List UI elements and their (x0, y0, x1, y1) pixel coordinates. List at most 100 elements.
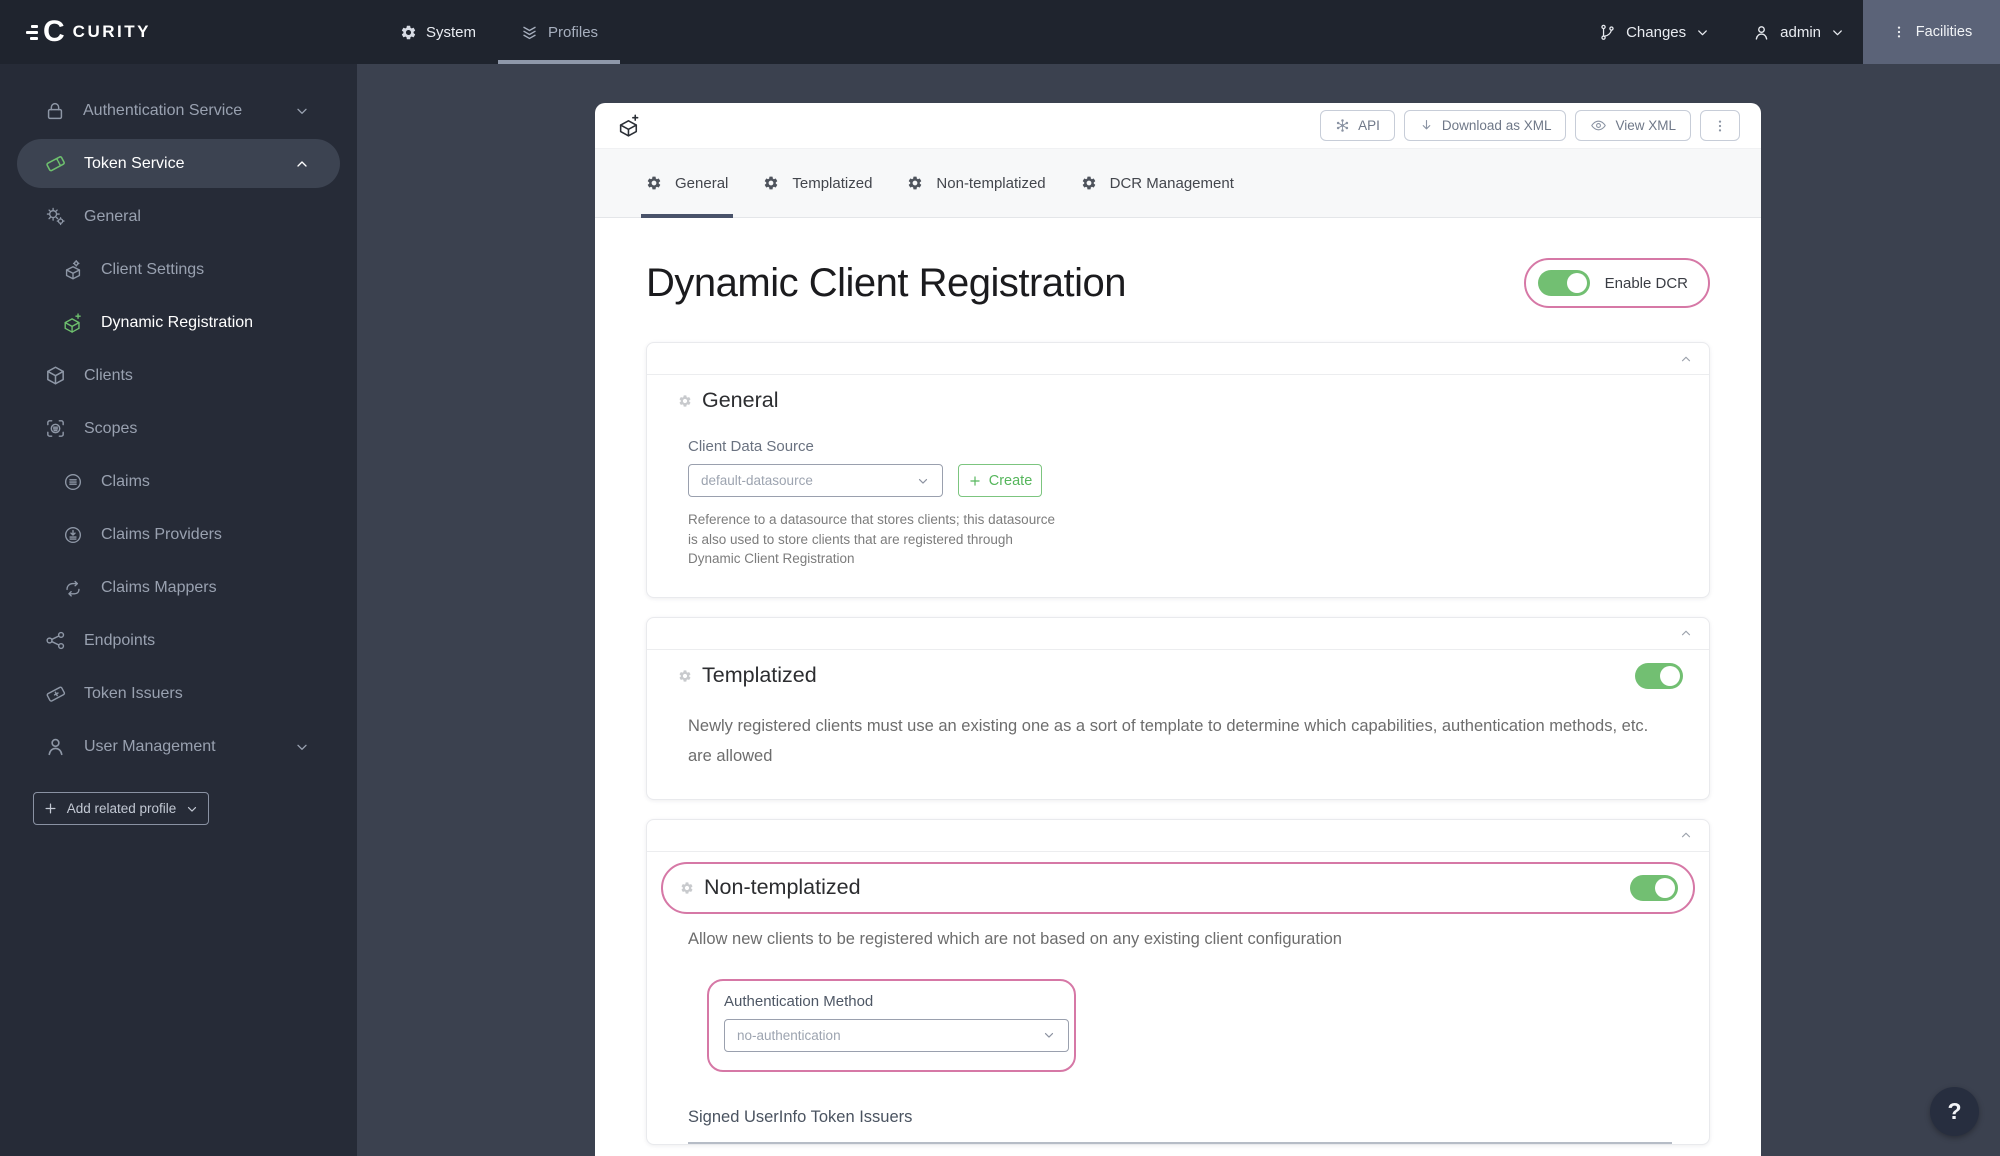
enable-dcr-label: Enable DCR (1604, 274, 1688, 292)
templatized-description: Newly registered clients must use an exi… (688, 716, 1649, 765)
facilities-button[interactable]: Facilities (1863, 0, 2000, 64)
toggle-knob (1655, 877, 1675, 898)
section-heading-label: Templatized (702, 663, 817, 687)
non-templatized-section: Non-templatized Allow new clients to be … (646, 818, 1710, 1145)
enable-dcr-toggle[interactable] (1537, 270, 1590, 296)
tab-templatized[interactable]: Templatized (763, 149, 872, 217)
lock-icon (47, 102, 63, 119)
client-data-source-select[interactable]: default-datasource (688, 464, 943, 497)
sidebar-item-label: Scopes (84, 419, 138, 437)
non-templatized-highlight-row: Non-templatized (661, 861, 1695, 914)
sidebar-item-clients[interactable]: Clients (0, 349, 357, 402)
scope-brackets-icon (47, 420, 64, 437)
facilities-label: Facilities (1915, 24, 1973, 40)
kebab-dots-icon (1712, 118, 1728, 134)
add-related-profile-label: Add related profile (66, 801, 177, 816)
view-xml-label: View XML (1615, 118, 1676, 133)
tab-general[interactable]: General (640, 149, 734, 218)
templatized-section: Templatized Newly registered clients mus… (646, 616, 1710, 800)
non-templatized-body: Allow new clients to be registered which… (647, 930, 1709, 1144)
chevron-up-icon (1679, 352, 1693, 366)
tab-label: DCR Management (1109, 174, 1234, 192)
gear-icon (907, 175, 923, 191)
sidebar-item-client-settings[interactable]: Client Settings (0, 243, 357, 296)
general-section-collapse[interactable] (647, 343, 1709, 375)
tab-non-templatized[interactable]: Non-templatized (907, 149, 1046, 217)
tab-dcr-management[interactable]: DCR Management (1081, 149, 1234, 217)
signed-userinfo-token-issuers-label: Signed UserInfo Token Issuers (688, 1107, 913, 1126)
tab-label: General (675, 174, 729, 192)
kebab-dots-icon (1891, 24, 1907, 40)
changes-menu[interactable]: Changes (1598, 23, 1710, 42)
authentication-method-highlight-box: Authentication Method no-authentication (707, 978, 1076, 1072)
view-xml-button[interactable]: View XML (1575, 110, 1691, 141)
plus-icon (970, 475, 980, 486)
gear-icon (678, 669, 692, 683)
section-heading-label: Non-templatized (704, 875, 861, 899)
chevron-up-icon (1679, 828, 1693, 842)
non-templatized-section-collapse[interactable] (647, 820, 1709, 852)
toggle-knob (1660, 665, 1680, 686)
sidebar-item-dynamic-registration[interactable]: Dynamic Registration (0, 296, 357, 349)
sidebar-item-claims-providers[interactable]: Claims Providers (0, 508, 357, 561)
admin-label: admin (1780, 23, 1821, 41)
share-nodes-icon (46, 631, 65, 650)
general-section: General Client Data Source default-datas… (646, 342, 1710, 598)
authentication-method-select[interactable]: no-authentication (724, 1018, 1069, 1052)
tab-profiles[interactable]: Profiles (498, 0, 621, 64)
chevron-up-icon (294, 156, 310, 172)
dcr-tab-bar: General Templatized Non-templatized DCR … (595, 148, 1761, 218)
create-datasource-button[interactable]: Create (958, 464, 1042, 497)
templatized-toggle[interactable] (1635, 662, 1683, 689)
client-data-source-value: default-datasource (701, 473, 813, 488)
sidebar-item-authentication-service[interactable]: Authentication Service (0, 84, 357, 137)
sidebar-item-token-service[interactable]: Token Service (17, 139, 340, 188)
box-plus-icon (619, 114, 639, 137)
admin-user-menu[interactable]: admin (1752, 23, 1845, 42)
logo-text: CURITY (72, 22, 151, 41)
templatized-section-collapse[interactable] (647, 618, 1709, 650)
box-icon (44, 364, 67, 387)
enable-dcr-control: Enable DCR (1523, 258, 1710, 308)
card-toolbar: API Download as XML View XML (1320, 110, 1740, 141)
api-button-label: API (1358, 118, 1380, 133)
sidebar-item-label: User Management (84, 737, 216, 755)
box-plus-icon (64, 312, 81, 333)
help-button-label: ? (1947, 1098, 1962, 1124)
sidebar-item-user-management[interactable]: User Management (0, 720, 357, 773)
more-options-button[interactable] (1700, 110, 1740, 141)
curity-logo[interactable]: C CURITY (26, 0, 151, 64)
download-as-xml-button[interactable]: Download as XML (1403, 110, 1567, 141)
git-branch-icon (1601, 24, 1614, 40)
add-related-profile-button[interactable]: Add related profile (33, 792, 209, 825)
sidebar-item-endpoints[interactable]: Endpoints (0, 614, 357, 667)
gear-icon (763, 175, 779, 191)
api-button[interactable]: API (1320, 110, 1395, 141)
sidebar-item-claims-mappers[interactable]: Claims Mappers (0, 561, 357, 614)
tab-system[interactable]: System (378, 0, 498, 64)
sidebar-item-general[interactable]: General (0, 190, 357, 243)
general-section-heading: General (678, 388, 1683, 413)
title-row: Dynamic Client Registration Enable DCR (646, 258, 1710, 308)
tab-label: Templatized (792, 174, 873, 192)
signed-userinfo-divider (688, 1141, 1672, 1144)
templatized-section-body: Templatized Newly registered clients mus… (647, 650, 1709, 799)
gear-icon (400, 24, 417, 41)
ticket-plus-icon (46, 686, 66, 702)
sidebar-item-token-issuers[interactable]: Token Issuers (0, 667, 357, 720)
sidebar-item-label: Dynamic Registration (101, 313, 254, 331)
api-nodes-icon (1337, 119, 1349, 132)
sidebar-item-claims[interactable]: Claims (0, 455, 357, 508)
non-templatized-description: Allow new clients to be registered which… (688, 929, 1342, 948)
sidebar-item-scopes[interactable]: Scopes (0, 402, 357, 455)
logo-c-icon: C (43, 15, 65, 48)
non-templatized-toggle[interactable] (1630, 874, 1678, 901)
sidebar-item-label: Token Issuers (84, 684, 183, 702)
topbar-right-menus: Changes admin (1598, 0, 1845, 64)
authentication-method-label: Authentication Method (724, 992, 874, 1010)
chevron-down-icon (294, 103, 310, 119)
authentication-method-value: no-authentication (737, 1027, 841, 1043)
chevron-down-icon (916, 474, 930, 488)
tab-system-label: System (426, 23, 477, 41)
help-button[interactable]: ? (1930, 1087, 1979, 1136)
